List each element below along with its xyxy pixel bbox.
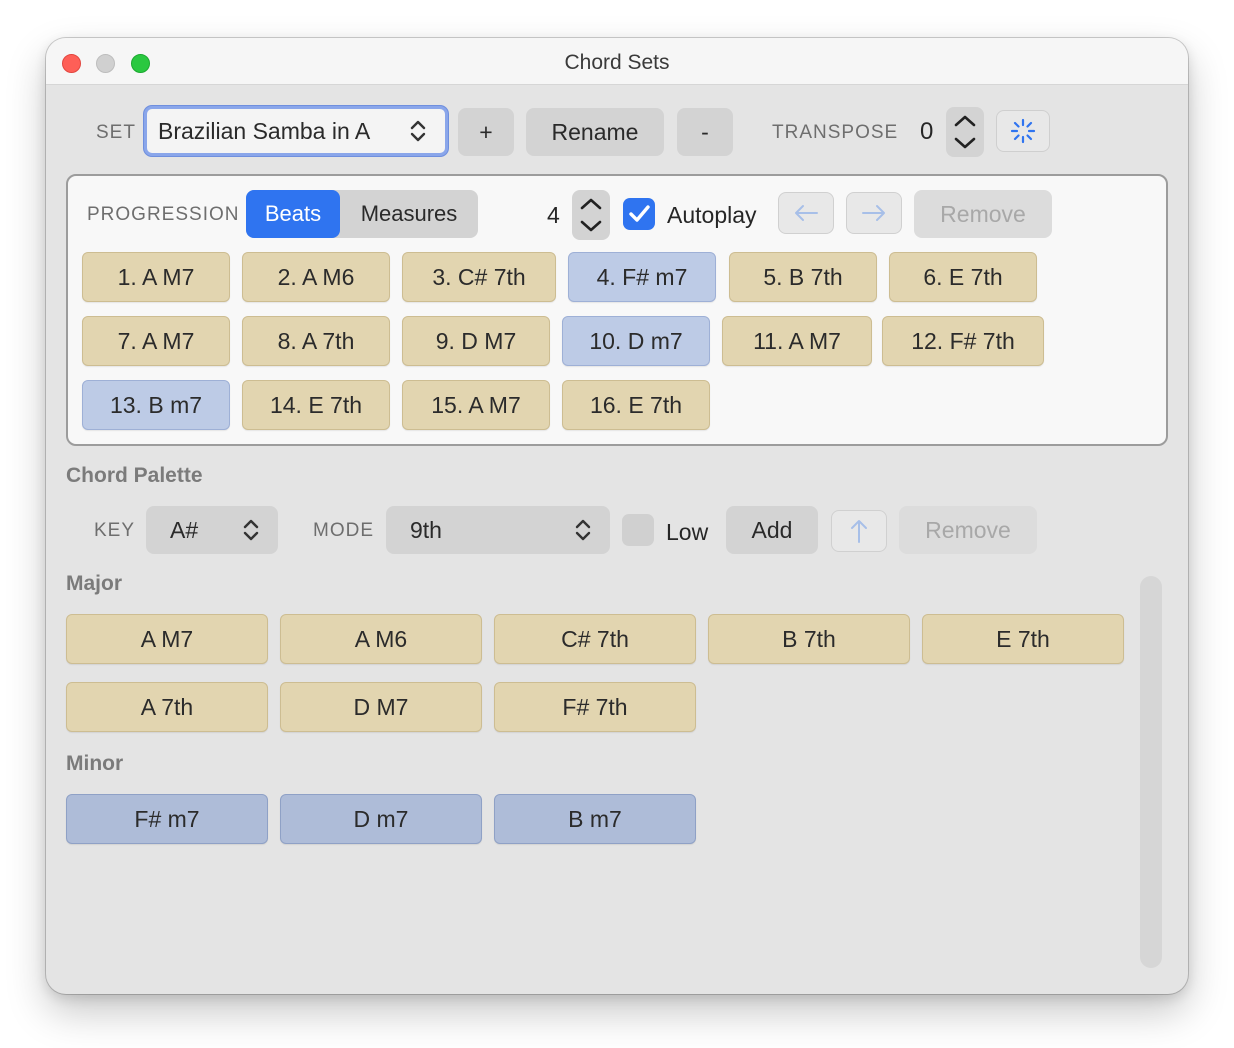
palette-major-chord-button[interactable]: F# 7th [494, 682, 696, 732]
chevron-down-icon[interactable] [579, 218, 603, 234]
spinner-icon [1010, 118, 1036, 144]
up-down-chevron-icon [410, 120, 426, 142]
progression-chord-button[interactable]: 9. D M7 [402, 316, 550, 366]
palette-major-chord-button[interactable]: A M7 [66, 614, 268, 664]
progression-chord-button[interactable]: 1. A M7 [82, 252, 230, 302]
progression-chord-button[interactable]: 2. A M6 [242, 252, 390, 302]
set-popup[interactable]: Brazilian Samba in A [144, 106, 448, 156]
beats-measures-segmented-control[interactable]: Beats Measures [246, 190, 478, 238]
title-bar: Chord Sets [46, 38, 1188, 85]
chord-palette-title: Chord Palette [66, 464, 203, 487]
key-label: KEY [94, 520, 136, 541]
transpose-stepper[interactable] [946, 107, 984, 157]
chevron-down-icon[interactable] [953, 135, 977, 151]
palette-minor-chord-button[interactable]: B m7 [494, 794, 696, 844]
up-down-chevron-icon [575, 519, 591, 541]
arrow-right-icon [862, 205, 885, 221]
arrow-up-icon [851, 520, 867, 543]
loading-sparkle-button[interactable] [996, 110, 1050, 152]
palette-minor-chord-button[interactable]: F# m7 [66, 794, 268, 844]
move-up-button[interactable] [831, 510, 887, 552]
add-set-button[interactable]: + [458, 108, 514, 156]
progression-chord-button[interactable]: 16. E 7th [562, 380, 710, 430]
autoplay-checkbox[interactable] [623, 198, 655, 230]
remove-set-button[interactable]: - [677, 108, 733, 156]
progression-label: PROGRESSION [87, 204, 240, 225]
mode-popup-value: 9th [410, 516, 442, 543]
palette-major-chord-button[interactable]: A M6 [280, 614, 482, 664]
key-popup[interactable]: A# [146, 506, 278, 554]
progression-panel: PROGRESSION Beats Measures 4 Autoplay Re… [66, 174, 1168, 446]
remove-palette-chord-button[interactable]: Remove [899, 506, 1037, 554]
mode-popup[interactable]: 9th [386, 506, 610, 554]
progression-chord-button[interactable]: 3. C# 7th [402, 252, 556, 302]
segment-measures[interactable]: Measures [340, 190, 478, 238]
palette-minor-chord-button[interactable]: D m7 [280, 794, 482, 844]
beat-count-stepper[interactable] [572, 190, 610, 240]
chevron-up-icon[interactable] [579, 196, 603, 212]
progression-chord-button[interactable]: 11. A M7 [722, 316, 872, 366]
mode-label: MODE [313, 520, 374, 541]
progression-chord-button[interactable]: 6. E 7th [889, 252, 1037, 302]
palette-major-chord-button[interactable]: C# 7th [494, 614, 696, 664]
palette-scrollbar[interactable] [1140, 576, 1162, 968]
checkmark-icon [629, 205, 650, 222]
progression-chord-button[interactable]: 14. E 7th [242, 380, 390, 430]
progression-chord-button[interactable]: 8. A 7th [242, 316, 390, 366]
progression-chord-button[interactable]: 15. A M7 [402, 380, 550, 430]
key-popup-value: A# [170, 516, 199, 543]
rename-set-button[interactable]: Rename [526, 108, 664, 156]
low-checkbox[interactable] [622, 514, 654, 546]
arrow-left-icon [795, 205, 818, 221]
low-label: Low [666, 519, 709, 545]
progression-chord-button[interactable]: 7. A M7 [82, 316, 230, 366]
beat-count-value: 4 [547, 202, 560, 228]
set-label: SET [96, 122, 136, 143]
transpose-value: 0 [920, 118, 934, 145]
autoplay-label: Autoplay [667, 202, 757, 228]
move-right-button[interactable] [846, 192, 902, 234]
move-left-button[interactable] [778, 192, 834, 234]
palette-major-chord-button[interactable]: A 7th [66, 682, 268, 732]
progression-chord-button[interactable]: 4. F# m7 [568, 252, 716, 302]
progression-chord-button[interactable]: 5. B 7th [729, 252, 877, 302]
progression-chord-button[interactable]: 10. D m7 [562, 316, 710, 366]
major-section-title: Major [66, 572, 123, 595]
chord-sets-window: Chord Sets SET Brazilian Samba in A + Re… [46, 38, 1188, 994]
window-title: Chord Sets [564, 51, 670, 74]
palette-major-chord-button[interactable]: D M7 [280, 682, 482, 732]
progression-chord-button[interactable]: 12. F# 7th [882, 316, 1044, 366]
segment-beats[interactable]: Beats [246, 190, 340, 238]
minor-section-title: Minor [66, 752, 124, 775]
up-down-chevron-icon [243, 519, 259, 541]
progression-chord-button[interactable]: 13. B m7 [82, 380, 230, 430]
add-chord-button[interactable]: Add [726, 506, 818, 554]
set-popup-value: Brazilian Samba in A [158, 117, 371, 144]
remove-progression-chord-button[interactable]: Remove [914, 190, 1052, 238]
palette-major-chord-button[interactable]: E 7th [922, 614, 1124, 664]
transpose-label: TRANSPOSE [772, 122, 899, 143]
palette-major-chord-button[interactable]: B 7th [708, 614, 910, 664]
chevron-up-icon[interactable] [953, 113, 977, 129]
